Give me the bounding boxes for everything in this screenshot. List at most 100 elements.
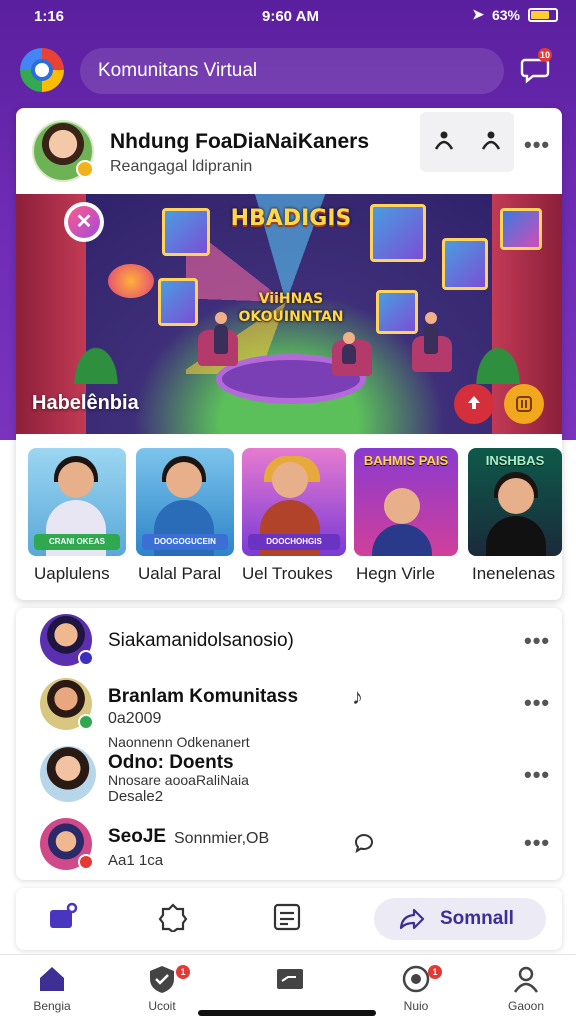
status-time: 9:60 AM xyxy=(262,8,319,25)
thumb-face xyxy=(58,462,94,498)
status-indicators: ➤ 63% xyxy=(472,6,558,23)
nav-notifications[interactable]: 1 Nuio xyxy=(376,963,456,1013)
share-arrow-icon xyxy=(399,908,425,930)
close-banner-button[interactable]: ✕ xyxy=(64,202,104,242)
community-meta: Sonnmier,OB xyxy=(174,830,270,847)
profile-name[interactable]: Nhdung FoaDiaNaiKaners xyxy=(110,130,369,154)
profile-actions xyxy=(420,112,514,172)
community-title: Branlam Komunitass xyxy=(108,686,299,707)
avatar-figure xyxy=(214,312,228,354)
banner-pause-button[interactable] xyxy=(504,384,544,424)
community-card: Nhdung FoaDiaNaiKaners Reangagal ldipran… xyxy=(16,108,562,600)
chat-bubble-icon[interactable] xyxy=(352,830,376,860)
banner-title: HBADIGIS xyxy=(230,206,352,231)
thumbnail-label[interactable]: Uel Troukes xyxy=(242,564,333,584)
sticker-button[interactable] xyxy=(158,902,190,934)
thumbnail-card[interactable]: CRANI OKEAS xyxy=(28,448,126,556)
more-options-icon[interactable]: ••• xyxy=(524,690,550,716)
share-label: Somnall xyxy=(440,908,514,929)
upload-icon xyxy=(468,396,480,409)
badge-icon xyxy=(158,903,188,934)
more-options-icon[interactable]: ••• xyxy=(524,830,550,856)
status-dot xyxy=(78,650,94,666)
thumbnail-card[interactable]: DOOCHOHGIS xyxy=(242,448,346,556)
banner-subtitle: ViiHNAS OKOUINNTAN xyxy=(238,291,344,325)
nav-profile-label: Gaoon xyxy=(507,999,545,1013)
community-title: SeoJE xyxy=(108,826,167,847)
list-item[interactable]: SeoJE Sonnmier,OB Aa1 1ca ••• xyxy=(16,816,562,876)
avatar-figure xyxy=(424,312,438,354)
nav-shield[interactable]: 1 Ucoit xyxy=(122,963,202,1013)
plant-decoration xyxy=(66,334,126,384)
status-time-left: 1:16 xyxy=(34,8,65,25)
status-dot xyxy=(78,714,94,730)
nav-profile[interactable]: Gaoon xyxy=(486,963,566,1013)
share-button[interactable]: Somnall xyxy=(374,898,546,940)
more-options-icon[interactable]: ••• xyxy=(524,628,550,654)
action-bar: Somnall xyxy=(16,888,562,950)
picture-frame xyxy=(442,238,488,290)
community-meta: 0a2009 xyxy=(108,710,162,727)
thumbnail-card[interactable]: INSHBAS xyxy=(468,448,562,556)
community-title: Odno: Doents xyxy=(108,752,234,773)
community-avatar xyxy=(40,818,94,870)
picture-frame xyxy=(500,208,542,250)
nav-badge: 1 xyxy=(428,965,442,979)
community-meta: Nnosare aooaRaliNaia xyxy=(108,772,249,788)
community-avatar xyxy=(40,614,94,666)
battery-icon xyxy=(528,7,558,22)
search-input[interactable]: Komunitans Virtual xyxy=(80,48,504,94)
list-button[interactable] xyxy=(272,902,304,934)
person-icon xyxy=(434,131,453,150)
picture-frame xyxy=(158,278,198,326)
thumb-face xyxy=(384,488,420,524)
nav-home[interactable]: Bengia xyxy=(12,963,92,1013)
home-indicator xyxy=(198,1010,376,1016)
messages-badge: 10 xyxy=(538,48,553,62)
list-item[interactable]: Branlam Komunitass 0a2009 Naonnenn Odken… xyxy=(16,676,562,750)
thumbnail-label[interactable]: Uaplulens xyxy=(34,564,110,584)
community-desc: Desale2 xyxy=(108,788,164,805)
messages-button[interactable]: 10 xyxy=(520,48,556,88)
list-item[interactable]: Odno: Doents Nnosare aooaRaliNaia Desale… xyxy=(16,746,562,812)
thumbnail-label[interactable]: Inenelenas xyxy=(472,564,555,584)
community-avatar xyxy=(40,746,96,802)
banner-record-button[interactable] xyxy=(454,384,494,424)
more-options-icon[interactable]: ••• xyxy=(524,132,550,158)
more-options-icon[interactable]: ••• xyxy=(524,762,550,788)
verified-badge-icon xyxy=(76,160,94,178)
featured-thumbnails: CRANI OKEAS Uaplulens DOOGOGUCEIN Ualal … xyxy=(16,434,562,600)
thumbnail-title: INSHBAS xyxy=(485,453,545,468)
battery-percent: 63% xyxy=(491,6,520,23)
plant-decoration xyxy=(468,334,528,384)
nav-notifications-label: Nuio xyxy=(403,999,429,1013)
status-bar: 1:16 9:60 AM ➤ 63% xyxy=(0,0,576,36)
thumbnail-card[interactable]: BAHMIS PAIS xyxy=(354,448,458,556)
status-dot xyxy=(78,854,94,870)
creature-decoration xyxy=(108,264,154,298)
gallery-button[interactable] xyxy=(48,902,80,934)
thumbnail-label[interactable]: Ualal Paral xyxy=(138,564,221,584)
thumbnail-tag: DOOGOGUCEIN xyxy=(142,534,228,550)
banner-label: Habelênbia xyxy=(32,392,139,414)
thumb-face xyxy=(498,478,534,514)
community-desc: Aa1 1ca xyxy=(108,852,164,869)
picture-frame xyxy=(162,208,210,256)
thumbnail-label[interactable]: Hegn Virle xyxy=(356,564,435,584)
nav-shield-label: Ucoit xyxy=(148,999,176,1013)
friends-button[interactable] xyxy=(479,128,503,157)
avatar-figure xyxy=(342,332,356,364)
music-note-icon[interactable]: ♪ xyxy=(352,684,363,710)
profile-avatar[interactable] xyxy=(32,120,94,182)
nav-home-label: Bengia xyxy=(33,999,71,1013)
app-logo-icon[interactable] xyxy=(20,48,64,92)
nav-wallet[interactable] xyxy=(250,963,330,999)
nav-badge: 1 xyxy=(176,965,190,979)
follow-button[interactable] xyxy=(432,128,456,157)
list-item[interactable]: Siakamanidolsanosio) ••• xyxy=(16,614,562,674)
pause-icon xyxy=(516,396,532,412)
thumbnail-card[interactable]: DOOGOGUCEIN xyxy=(136,448,234,556)
community-banner[interactable]: HBADIGIS ViiHNAS OKOUINNTAN ✕ Habelênbia xyxy=(16,194,562,434)
app-bar: Komunitans Virtual 10 xyxy=(0,44,576,100)
close-icon: ✕ xyxy=(68,206,100,238)
